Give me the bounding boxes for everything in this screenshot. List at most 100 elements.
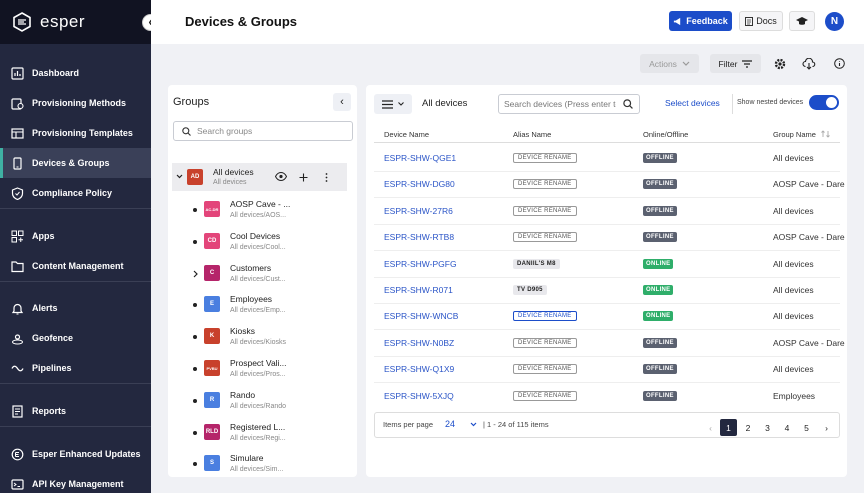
eye-icon[interactable] — [275, 172, 287, 181]
plus-icon[interactable] — [299, 173, 308, 182]
user-avatar[interactable]: N — [825, 12, 844, 31]
group-row[interactable]: C Customers All devices/Cust... — [168, 261, 357, 289]
group-row[interactable]: RLD Registered L... All devices/Regi... — [168, 420, 357, 448]
next-page-button[interactable]: › — [818, 419, 835, 436]
actions-button[interactable]: Actions — [640, 54, 699, 73]
sidebar-item-geofence[interactable]: Geofence — [0, 323, 151, 353]
alias-badge: DEVICE RENAME — [513, 364, 577, 375]
prev-page-button[interactable]: ‹ — [702, 419, 719, 436]
sidebar-item-label: API Key Management — [32, 479, 124, 489]
table-row[interactable]: ESPR-SHW-WNCB DEVICE RENAME ONLINE All devi… — [366, 310, 847, 336]
table-row[interactable]: ESPR-SHW-N0BZ DEVICE RENAME OFFLINE AOSP Ca… — [366, 337, 847, 363]
chevron-down-icon — [398, 102, 404, 106]
group-name: Registered L... — [230, 421, 286, 432]
group-name-cell: All devices — [773, 153, 814, 163]
table-row[interactable]: ESPR-SHW-PGFG DANIIL'S M8 ONLINE All device… — [366, 258, 847, 284]
page-5-button[interactable]: 5 — [798, 419, 815, 436]
page-4-button[interactable]: 4 — [779, 419, 796, 436]
bullet — [193, 398, 197, 403]
group-badge: PVBU — [204, 360, 220, 376]
table-row[interactable]: ESPR-SHW-R071 TV D905 ONLINE All devices — [366, 284, 847, 310]
sidebar-item-dashboard[interactable]: Dashboard — [0, 58, 151, 88]
chevron-down-icon[interactable] — [470, 422, 477, 427]
group-row[interactable]: PVBU Prospect Vali... All devices/Pros... — [168, 356, 357, 384]
alias-badge: DEVICE RENAME — [513, 153, 577, 163]
sidebar-item-devices-groups[interactable]: Devices & Groups — [0, 148, 151, 178]
group-row[interactable]: E Employees All devices/Emp... — [168, 292, 357, 320]
sidebar: esper ‹ Dashboard Provisioning Methods Pro… — [0, 0, 159, 493]
docs-button[interactable]: Docs — [739, 11, 783, 31]
row-divider — [374, 382, 840, 384]
sidebar-item-compliance-policy[interactable]: Compliance Policy — [0, 178, 151, 208]
sidebar-item-content-management[interactable]: Content Management — [0, 251, 151, 281]
search-icon[interactable] — [623, 99, 633, 109]
academy-button[interactable] — [789, 11, 815, 31]
column-header-group-name[interactable]: Group Name — [773, 130, 816, 139]
divider — [732, 94, 733, 114]
device-search-input[interactable]: Search devices (Press enter to search) — [498, 94, 640, 114]
feedback-button[interactable]: Feedback — [669, 11, 732, 31]
sort-icon[interactable] — [821, 130, 831, 138]
group-row[interactable]: K Kiosks All devices/Kiosks — [168, 324, 357, 352]
settings-gear-button[interactable] — [770, 54, 790, 73]
sidebar-item-provisioning-templates[interactable]: Provisioning Templates — [0, 118, 151, 148]
device-name-link[interactable]: ESPR-SHW-WNCB — [384, 311, 458, 321]
group-path: All devices/Cool... — [230, 243, 286, 251]
column-header-online-offline[interactable]: Online/Offline — [643, 130, 688, 139]
sidebar-item-api-key-management[interactable]: API Key Management — [0, 469, 151, 493]
page-2-button[interactable]: 2 — [740, 419, 757, 436]
device-name-link[interactable]: ESPR-SHW-DG80 — [384, 179, 455, 189]
device-name-link[interactable]: ESPR-SHW-N0BZ — [384, 338, 454, 348]
page-1-button[interactable]: 1 — [720, 419, 737, 436]
device-name-link[interactable]: ESPR-SHW-QGE1 — [384, 153, 456, 163]
table-row[interactable]: ESPR-SHW-27R6 DEVICE RENAME OFFLINE All dev… — [366, 205, 847, 231]
device-name-link[interactable]: ESPR-SHW-RTB8 — [384, 232, 454, 242]
info-button[interactable] — [829, 54, 849, 73]
table-row[interactable]: ESPR-SHW-DG80 DEVICE RENAME OFFLINE AOSP Ca… — [366, 178, 847, 204]
chevron-down-icon[interactable] — [176, 174, 183, 179]
view-toggle-button[interactable] — [374, 94, 412, 114]
device-name-link[interactable]: ESPR-SHW-27R6 — [384, 206, 453, 216]
sidebar-item-provisioning-methods[interactable]: Provisioning Methods — [0, 88, 151, 118]
items-per-page-select[interactable]: 24 — [445, 419, 455, 429]
cloud-download-icon — [802, 57, 816, 70]
group-search-input[interactable]: Search groups — [173, 121, 353, 141]
group-path: All devices/Sim... — [230, 466, 284, 474]
table-row[interactable]: ESPR-SHW-Q1X9 DEVICE RENAME OFFLINE All dev… — [366, 363, 847, 389]
alias-badge: TV D905 — [513, 285, 547, 295]
table-row[interactable]: ESPR-SHW-QGE1 DEVICE RENAME OFFLINE All dev… — [366, 152, 847, 178]
feedback-label: Feedback — [686, 16, 728, 26]
group-badge: RLD — [204, 423, 220, 440]
esper-logo[interactable]: esper ‹ — [0, 0, 159, 44]
table-row[interactable]: ESPR-SHW-RTB8 DEVICE RENAME OFFLINE AOSP Ca… — [366, 231, 847, 257]
shield-icon — [11, 186, 24, 200]
sidebar-item-esper-enhanced-updates[interactable]: Esper Enhanced Updates — [0, 439, 151, 469]
bullet — [193, 367, 197, 371]
group-row[interactable]: S Simulare All devices/Sim... — [168, 451, 357, 477]
sidebar-item-alerts[interactable]: Alerts — [0, 293, 151, 323]
filter-button[interactable]: Filter — [710, 54, 761, 73]
device-name-link[interactable]: ESPR-SHW-PGFG — [384, 259, 457, 269]
group-row[interactable]: AC-DR AOSP Cave - ... All devices/AOS... — [168, 197, 357, 225]
device-name-link[interactable]: ESPR-SHW-5XJQ — [384, 391, 454, 401]
group-row[interactable]: CD Cool Devices All devices/Cool... — [168, 229, 357, 257]
sidebar-item-pipelines[interactable]: Pipelines — [0, 353, 151, 383]
sidebar-item-apps[interactable]: Apps — [0, 221, 151, 251]
device-name-link[interactable]: ESPR-SHW-R071 — [384, 285, 453, 295]
page-3-button[interactable]: 3 — [759, 419, 776, 436]
chevron-right-icon[interactable] — [193, 270, 198, 278]
page-title: Devices & Groups — [185, 14, 297, 29]
download-button[interactable] — [799, 54, 819, 73]
sidebar-item-reports[interactable]: Reports — [0, 396, 151, 426]
column-header-alias-name[interactable]: Alias Name — [513, 130, 551, 139]
group-row[interactable]: R Rando All devices/Rando — [168, 388, 357, 416]
group-path: All devices/Regi... — [230, 434, 286, 442]
show-nested-toggle[interactable] — [809, 95, 839, 110]
column-header-device-name[interactable]: Device Name — [384, 130, 429, 139]
select-devices-link[interactable]: Select devices — [665, 98, 720, 108]
group-row-all-devices[interactable]: AD All devices All devices — [172, 163, 347, 191]
device-name-link[interactable]: ESPR-SHW-Q1X9 — [384, 364, 454, 374]
groups-collapse-button[interactable]: ‹ — [333, 93, 351, 111]
report-icon — [12, 404, 23, 418]
more-vertical-icon[interactable] — [325, 173, 328, 182]
